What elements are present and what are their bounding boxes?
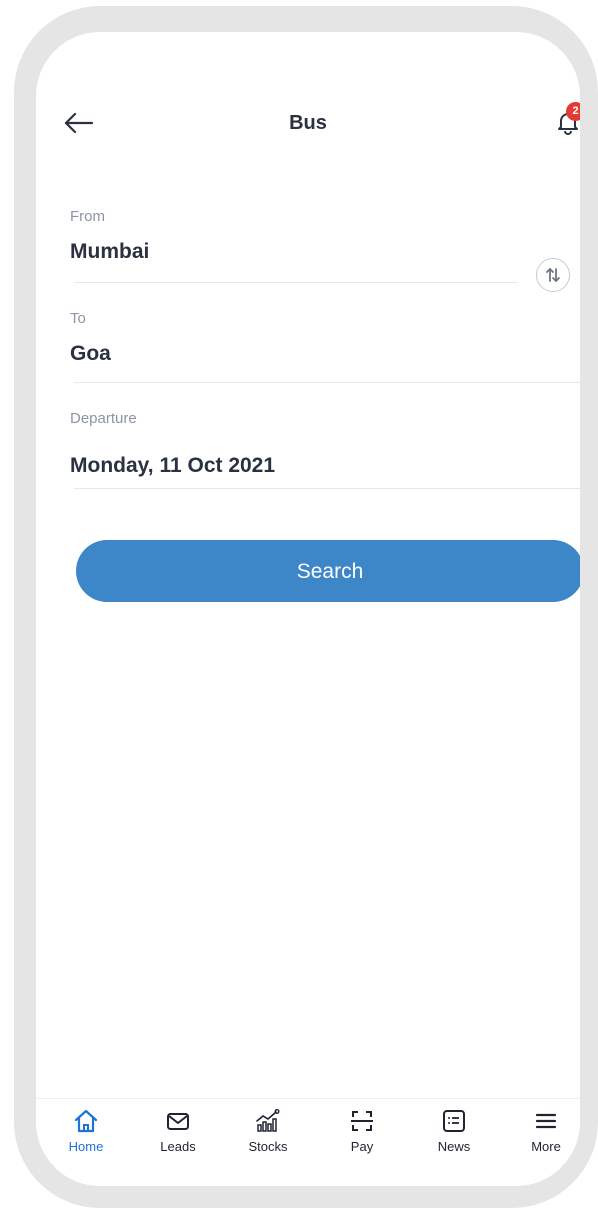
stocks-chart-icon xyxy=(256,1109,280,1132)
nav-item-more[interactable]: More xyxy=(516,1107,576,1154)
nav-label-pay: Pay xyxy=(350,1139,374,1154)
bottom-nav: Home Leads Stocks Pay News More xyxy=(36,1098,580,1186)
nav-label-home: Home xyxy=(68,1139,104,1154)
from-field[interactable]: Mumbai xyxy=(70,240,149,264)
home-icon xyxy=(74,1109,98,1133)
nav-label-more: More xyxy=(531,1139,561,1154)
menu-icon xyxy=(535,1113,557,1129)
departure-divider xyxy=(74,488,580,489)
swap-icon xyxy=(546,268,560,282)
notification-badge: 2 xyxy=(566,102,580,121)
nav-item-stocks[interactable]: Stocks xyxy=(238,1107,298,1154)
departure-label: Departure xyxy=(70,410,137,427)
from-label: From xyxy=(70,208,105,225)
nav-item-leads[interactable]: Leads xyxy=(148,1107,208,1154)
page-title: Bus xyxy=(289,112,327,134)
swap-locations-button[interactable] xyxy=(536,258,570,292)
departure-field[interactable]: Monday, 11 Oct 2021 xyxy=(70,454,275,478)
nav-label-news: News xyxy=(437,1139,471,1154)
to-label: To xyxy=(70,310,86,327)
nav-item-news[interactable]: News xyxy=(424,1107,484,1154)
to-field[interactable]: Goa xyxy=(70,342,111,366)
news-list-icon xyxy=(443,1110,465,1132)
device-frame: Bus 2 From Mumbai To Goa Departure Monda… xyxy=(14,6,598,1208)
nav-item-pay[interactable]: Pay xyxy=(332,1107,392,1154)
nav-label-stocks: Stocks xyxy=(248,1139,288,1154)
mail-icon xyxy=(167,1113,189,1130)
search-button[interactable]: Search xyxy=(76,540,580,602)
to-divider xyxy=(74,382,580,383)
nav-label-leads: Leads xyxy=(160,1139,196,1154)
from-divider xyxy=(74,282,518,283)
scan-icon xyxy=(351,1111,373,1131)
app-screen: Bus 2 From Mumbai To Goa Departure Monda… xyxy=(36,32,580,1186)
nav-item-home[interactable]: Home xyxy=(56,1107,116,1154)
